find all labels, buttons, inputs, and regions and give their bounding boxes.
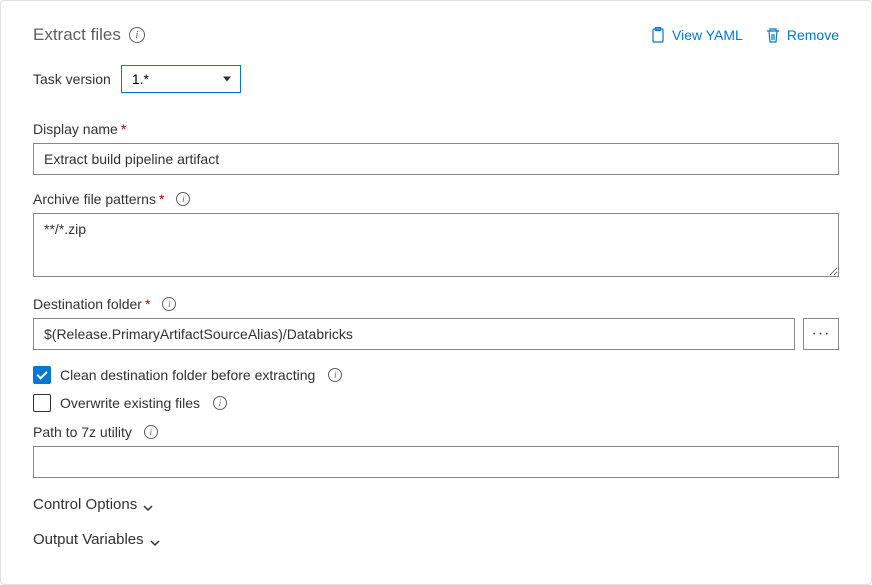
- remove-button[interactable]: Remove: [765, 27, 839, 43]
- overwrite-label: Overwrite existing files: [60, 395, 200, 411]
- clipboard-icon: [650, 27, 666, 43]
- info-icon[interactable]: i: [129, 27, 145, 43]
- path-7z-field: Path to 7z utility i: [33, 424, 839, 478]
- remove-label: Remove: [787, 27, 839, 43]
- destination-input[interactable]: [33, 318, 795, 350]
- archive-patterns-input[interactable]: **/*.zip: [33, 213, 839, 277]
- task-version-select-wrapper: [121, 65, 241, 93]
- destination-row: ···: [33, 318, 839, 350]
- required-star: *: [145, 296, 150, 312]
- required-star: *: [121, 121, 126, 137]
- page-title: Extract files: [33, 25, 121, 45]
- overwrite-checkbox[interactable]: [33, 394, 51, 412]
- header-row: Extract files i View YAML Remove: [33, 25, 839, 45]
- task-version-row: Task version: [33, 65, 839, 93]
- display-name-label: Display name *: [33, 121, 839, 137]
- info-icon[interactable]: i: [328, 368, 342, 382]
- chevron-down-icon: [143, 500, 153, 510]
- view-yaml-button[interactable]: View YAML: [650, 27, 743, 43]
- destination-label: Destination folder * i: [33, 296, 839, 312]
- task-version-select[interactable]: [121, 65, 241, 93]
- info-icon[interactable]: i: [213, 396, 227, 410]
- control-options-label: Control Options: [33, 496, 137, 513]
- display-name-field: Display name *: [33, 121, 839, 175]
- path-7z-input[interactable]: [33, 446, 839, 478]
- title-group: Extract files i: [33, 25, 145, 45]
- trash-icon: [765, 27, 781, 43]
- browse-button[interactable]: ···: [803, 318, 839, 350]
- archive-patterns-field: Archive file patterns * i **/*.zip: [33, 191, 839, 280]
- checkboxes-block: Clean destination folder before extracti…: [33, 366, 839, 412]
- info-icon[interactable]: i: [176, 192, 190, 206]
- destination-field: Destination folder * i ···: [33, 296, 839, 350]
- display-name-input[interactable]: [33, 143, 839, 175]
- info-icon[interactable]: i: [144, 425, 158, 439]
- clean-dest-label: Clean destination folder before extracti…: [60, 367, 315, 383]
- archive-patterns-label: Archive file patterns * i: [33, 191, 839, 207]
- path-7z-label: Path to 7z utility i: [33, 424, 839, 440]
- output-variables-section[interactable]: Output Variables: [33, 531, 839, 548]
- clean-dest-row: Clean destination folder before extracti…: [33, 366, 839, 384]
- control-options-section[interactable]: Control Options: [33, 496, 839, 513]
- clean-dest-checkbox[interactable]: [33, 366, 51, 384]
- header-actions: View YAML Remove: [650, 27, 839, 43]
- chevron-down-icon: [150, 535, 160, 545]
- view-yaml-label: View YAML: [672, 27, 743, 43]
- task-version-label: Task version: [33, 71, 111, 87]
- overwrite-row: Overwrite existing files i: [33, 394, 839, 412]
- output-variables-label: Output Variables: [33, 531, 144, 548]
- required-star: *: [159, 191, 164, 207]
- info-icon[interactable]: i: [162, 297, 176, 311]
